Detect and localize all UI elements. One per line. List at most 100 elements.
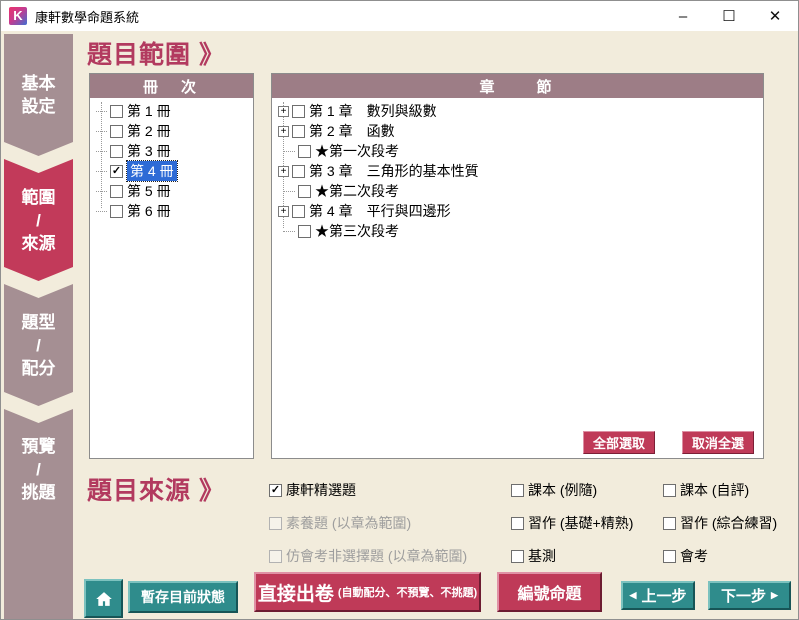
tab-label-line: 配分	[22, 357, 56, 380]
checkbox-checked[interactable]: ✓	[110, 165, 123, 178]
previous-step-button[interactable]: ◀ 上一步	[621, 581, 695, 610]
checkbox[interactable]	[292, 125, 305, 138]
volume-item[interactable]: 第 2 冊	[96, 121, 253, 141]
tab-label-line: 設定	[22, 95, 56, 118]
direct-generate-label: 直接出卷	[258, 579, 334, 606]
next-step-button[interactable]: 下一步 ▶	[708, 581, 791, 610]
select-all-button[interactable]: 全部選取	[583, 431, 655, 454]
checkbox[interactable]	[110, 205, 123, 218]
source-option-comprehensive-exam[interactable]: 會考	[663, 546, 708, 566]
tree-connector	[283, 231, 295, 232]
source-option-textbook-selfeval[interactable]: 課本 (自評)	[663, 480, 749, 500]
app-logo-icon: K	[9, 7, 27, 25]
chapter-label: 第 1 章 數列與級數	[309, 101, 437, 121]
exam-item[interactable]: ★第二次段考	[278, 181, 763, 201]
checkbox[interactable]	[511, 517, 524, 530]
tab-label-line: 預覽	[22, 435, 56, 458]
volume-label: 第 1 冊	[127, 101, 171, 121]
home-button[interactable]	[84, 579, 123, 618]
tab-preview-pick[interactable]: 預覽 / 挑題	[4, 409, 73, 620]
expand-icon[interactable]: +	[278, 206, 289, 217]
tab-question-type-score[interactable]: 題型 / 配分	[4, 284, 73, 406]
source-option-literacy[interactable]: 素養題 (以章為範圍)	[269, 513, 411, 533]
volume-label: 第 6 冊	[127, 201, 171, 221]
deselect-all-button[interactable]: 取消全選	[682, 431, 754, 454]
exam-item[interactable]: ★第一次段考	[278, 141, 763, 161]
minimize-button[interactable]: –	[660, 1, 706, 31]
expand-icon[interactable]: +	[278, 166, 289, 177]
tab-label-line: /	[36, 209, 41, 232]
chapter-item[interactable]: + 第 2 章 函數	[278, 121, 763, 141]
question-range-heading: 題目範圍 》	[87, 35, 225, 71]
checkbox[interactable]	[110, 185, 123, 198]
checkbox[interactable]	[511, 484, 524, 497]
checkbox[interactable]	[110, 145, 123, 158]
direct-generate-button[interactable]: 直接出卷 (自動配分、不預覽、不挑題)	[254, 572, 481, 612]
title-bar: K 康軒數學命題系統 – ☐ ✕	[1, 1, 798, 31]
tree-connector	[283, 191, 295, 192]
tree-connector	[96, 111, 107, 112]
tree-connector	[283, 151, 295, 152]
source-label: 素養題 (以章為範圍)	[286, 513, 411, 533]
chapter-item[interactable]: + 第 3 章 三角形的基本性質	[278, 161, 763, 181]
window-title: 康軒數學命題系統	[35, 7, 139, 26]
volume-item-selected[interactable]: ✓ 第 4 冊	[96, 161, 253, 181]
previous-step-label: 上一步	[641, 585, 686, 606]
source-label: 課本 (自評)	[680, 480, 749, 500]
app-window: K 康軒數學命題系統 – ☐ ✕ 基本 設定 範圍 / 來源 題型 / 配分 預…	[0, 0, 799, 620]
checkbox[interactable]	[292, 105, 305, 118]
checkbox[interactable]	[110, 125, 123, 138]
checkbox[interactable]	[663, 484, 676, 497]
volume-item[interactable]: 第 5 冊	[96, 181, 253, 201]
direct-generate-sublabel: (自動配分、不預覽、不挑題)	[338, 584, 477, 600]
volume-item[interactable]: 第 6 冊	[96, 201, 253, 221]
chapter-panel: 章 節 + 第 1 章 數列與級數 + 第 2 章 函數 ★第一次段考 + 第 …	[271, 73, 764, 459]
tab-basic-settings[interactable]: 基本 設定	[4, 34, 73, 156]
exam-item[interactable]: ★第三次段考	[278, 221, 763, 241]
source-option-mock-exam[interactable]: 仿會考非選擇題 (以章為範圍)	[269, 546, 467, 566]
save-current-state-button[interactable]: 暫存目前狀態	[128, 581, 238, 613]
checkbox[interactable]	[292, 205, 305, 218]
tab-range-source[interactable]: 範圍 / 來源	[4, 159, 73, 281]
expand-icon[interactable]: +	[278, 106, 289, 117]
checkbox-disabled	[269, 550, 282, 563]
source-label: 康軒精選題	[286, 480, 356, 500]
arrow-right-icon: ▶	[771, 591, 778, 600]
checkbox[interactable]	[110, 105, 123, 118]
tab-label-line: 基本	[22, 72, 56, 95]
numbered-question-button[interactable]: 編號命題	[497, 572, 602, 612]
source-option-workbook-basic[interactable]: 習作 (基礎+精熟)	[511, 513, 633, 533]
tab-label-line: 來源	[22, 232, 56, 255]
tree-connector	[96, 171, 107, 172]
maximize-button[interactable]: ☐	[706, 1, 752, 31]
close-button[interactable]: ✕	[752, 1, 798, 31]
source-option-workbook-comprehensive[interactable]: 習作 (綜合練習)	[663, 513, 777, 533]
source-option-textbook-example[interactable]: 課本 (例隨)	[511, 480, 597, 500]
checkbox[interactable]	[511, 550, 524, 563]
checkbox[interactable]	[298, 225, 311, 238]
chapter-label: 第 3 章 三角形的基本性質	[309, 161, 479, 181]
chapter-item[interactable]: + 第 4 章 平行與四邊形	[278, 201, 763, 221]
volume-item[interactable]: 第 1 冊	[96, 101, 253, 121]
checkbox[interactable]	[292, 165, 305, 178]
expand-icon[interactable]: +	[278, 126, 289, 137]
volume-panel: 冊 次 第 1 冊 第 2 冊 第 3 冊 ✓ 第 4 冊	[89, 73, 254, 459]
chapter-item[interactable]: + 第 1 章 數列與級數	[278, 101, 763, 121]
volume-item[interactable]: 第 3 冊	[96, 141, 253, 161]
checkbox[interactable]	[663, 550, 676, 563]
chapter-tree: + 第 1 章 數列與級數 + 第 2 章 函數 ★第一次段考 + 第 3 章 …	[272, 98, 763, 241]
checkbox[interactable]	[298, 145, 311, 158]
exam-label: ★第一次段考	[315, 141, 399, 161]
volume-label: 第 3 冊	[127, 141, 171, 161]
chapter-label: 第 2 章 函數	[309, 121, 395, 141]
exam-label: ★第二次段考	[315, 181, 399, 201]
arrow-left-icon: ◀	[630, 591, 637, 600]
source-label: 習作 (基礎+精熟)	[528, 513, 633, 533]
source-option-kanghsuan[interactable]: ✓ 康軒精選題	[269, 480, 356, 500]
volume-label: 第 2 冊	[127, 121, 171, 141]
home-icon	[93, 588, 115, 610]
checkbox[interactable]	[298, 185, 311, 198]
checkbox-checked[interactable]: ✓	[269, 484, 282, 497]
checkbox[interactable]	[663, 517, 676, 530]
source-option-basic-test[interactable]: 基測	[511, 546, 556, 566]
